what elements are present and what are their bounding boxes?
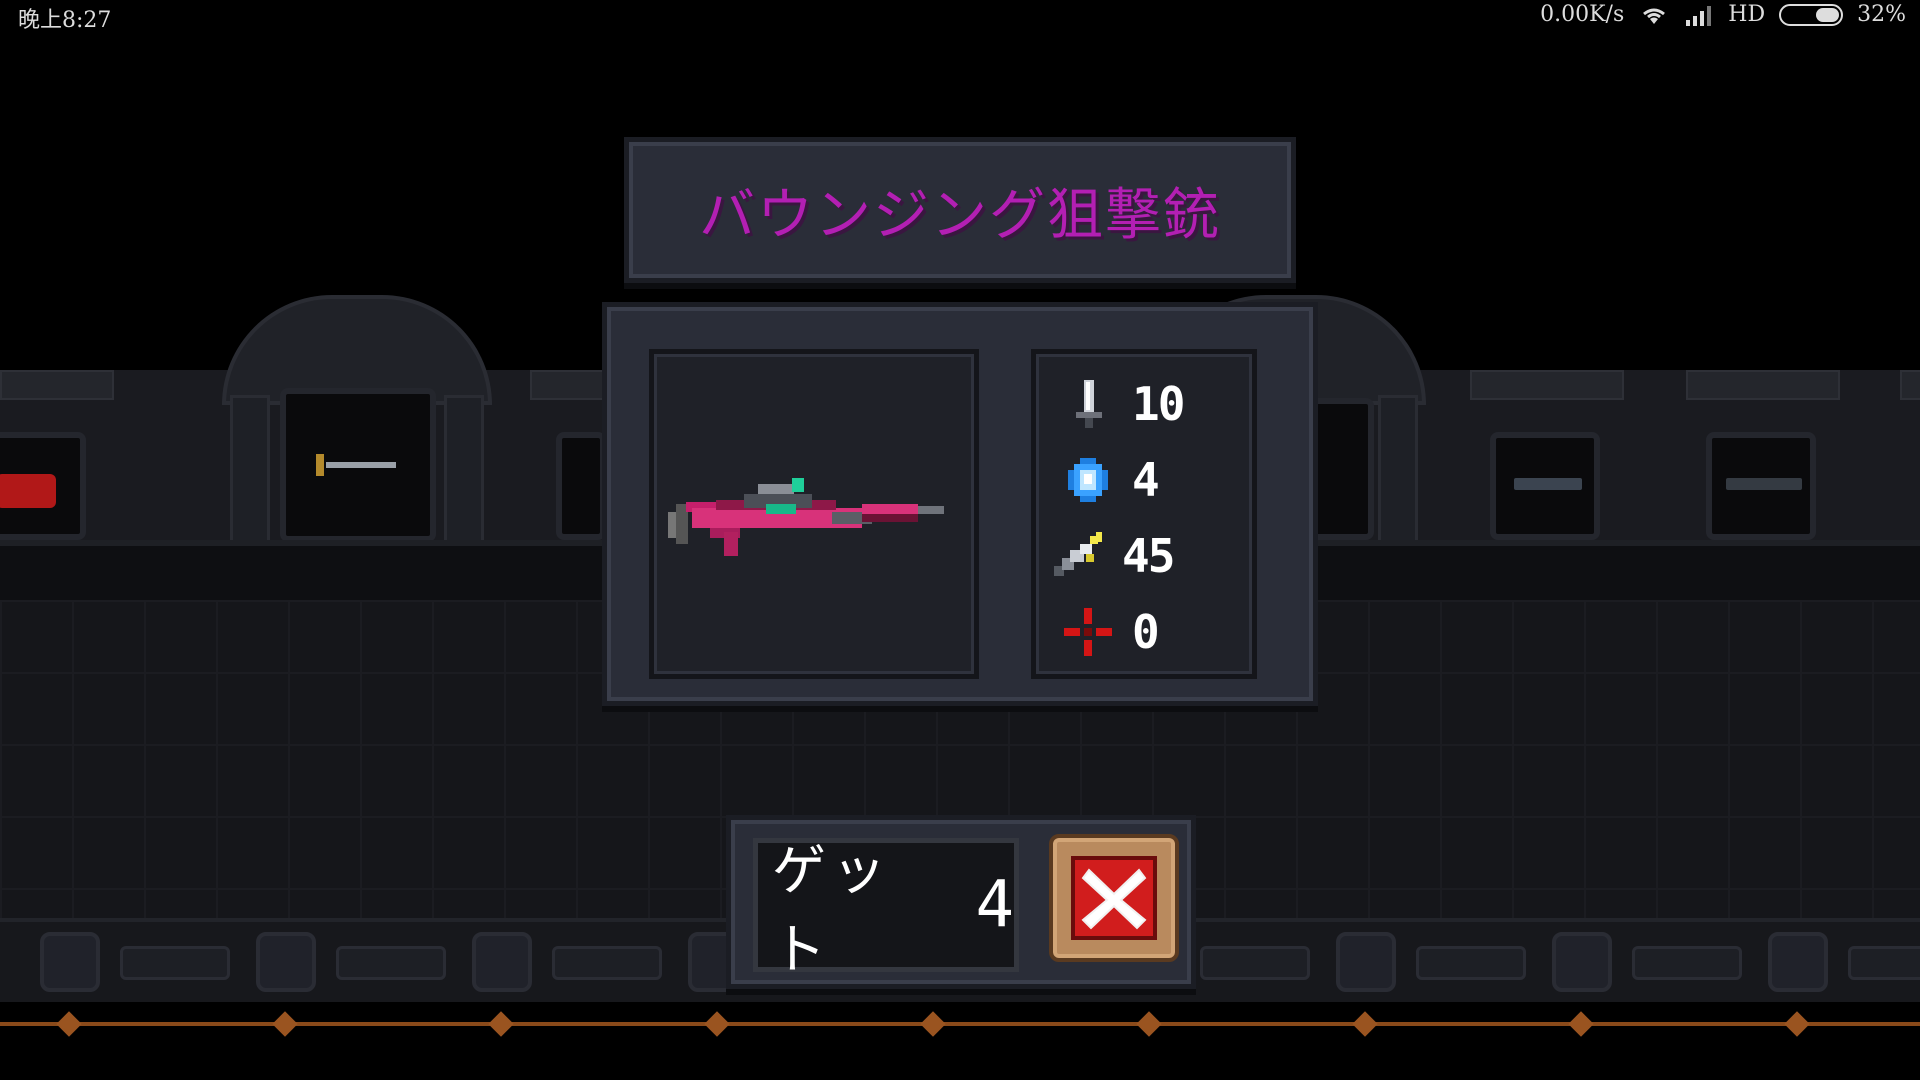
red-gauntlet-item <box>0 474 56 508</box>
display-slot[interactable] <box>1706 432 1816 540</box>
shelf-cap <box>1900 370 1920 400</box>
rifle-item <box>1726 478 1802 490</box>
stat-accuracy: 0 <box>1062 602 1160 662</box>
weapon-info-panel: 10 4 45 0 <box>602 302 1318 706</box>
stat-critical: 45 <box>1052 526 1175 586</box>
display-slot[interactable] <box>280 388 436 542</box>
network-speed: 0.00K/s <box>1540 2 1625 27</box>
weapon-preview <box>649 349 979 679</box>
status-time: 晚上8:27 <box>18 8 112 33</box>
display-slot[interactable] <box>556 432 606 540</box>
get-label: ゲット <box>772 839 892 981</box>
sword-item <box>316 454 396 476</box>
stat-value: 45 <box>1122 529 1175 583</box>
rail-gem <box>1784 1011 1810 1037</box>
stat-value: 4 <box>1132 453 1160 507</box>
display-slot[interactable] <box>1310 398 1374 540</box>
shelf-cap <box>1686 370 1840 400</box>
stat-damage: 10 <box>1062 374 1185 434</box>
get-cost: 4 <box>975 868 1014 942</box>
sniper-rifle-icon <box>668 478 944 556</box>
crosshair-icon <box>1062 606 1114 658</box>
display-slot[interactable] <box>1490 432 1600 540</box>
weapon-stats: 10 4 45 0 <box>1031 349 1257 679</box>
rifle-item <box>1514 478 1582 490</box>
energy-crystal-icon <box>1062 454 1114 506</box>
rail-gem <box>1568 1011 1594 1037</box>
close-x-icon <box>1071 856 1157 940</box>
get-button[interactable]: ゲット 4 <box>753 838 1019 981</box>
stat-energy: 4 <box>1062 450 1160 510</box>
display-slot[interactable] <box>0 432 86 540</box>
network-type: HD <box>1728 2 1766 27</box>
weapon-title-panel: バウンジング狙撃銃 <box>624 137 1296 283</box>
rail-gem <box>56 1011 82 1037</box>
wifi-icon <box>1638 4 1670 26</box>
rail-gem <box>704 1011 730 1037</box>
battery-percent: 32% <box>1857 2 1906 27</box>
rail-gem <box>488 1011 514 1037</box>
signal-icon <box>1684 4 1714 26</box>
close-button[interactable] <box>1049 834 1179 962</box>
stat-value: 0 <box>1132 605 1160 659</box>
purchase-panel: ゲット 4 <box>726 815 1196 989</box>
status-bar: 晚上8:27 0.00K/s HD 32% <box>0 0 1920 33</box>
stat-value: 10 <box>1132 377 1185 431</box>
weapon-name: バウンジング狙撃銃 <box>699 182 1221 248</box>
shelf-cap <box>0 370 114 400</box>
battery-icon <box>1779 3 1844 26</box>
shelf-cap <box>1470 370 1624 400</box>
status-right-group: 0.00K/s HD 32% <box>1540 2 1906 27</box>
rail-gem <box>920 1011 946 1037</box>
rail-gem <box>1136 1011 1162 1037</box>
rail-gem <box>1352 1011 1378 1037</box>
rail-gem <box>272 1011 298 1037</box>
critical-blade-icon <box>1052 530 1104 582</box>
sword-icon <box>1062 378 1114 430</box>
